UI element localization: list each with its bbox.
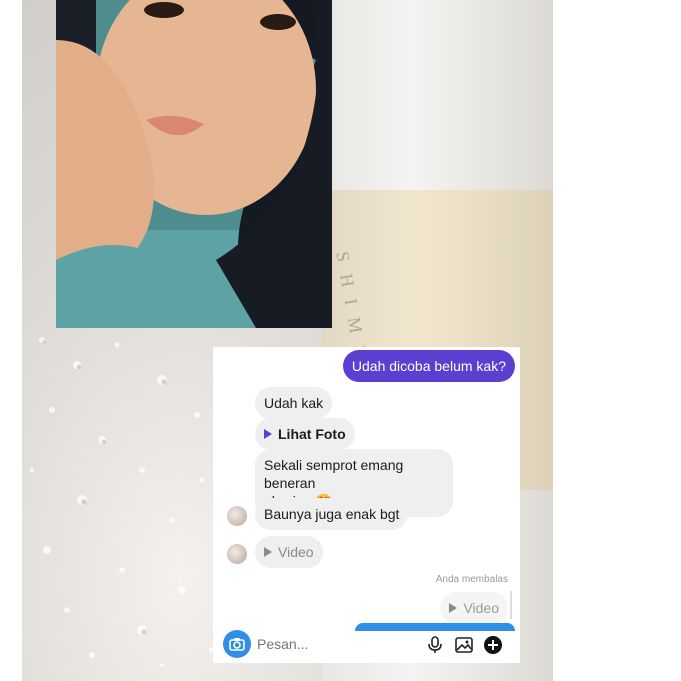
view-photo-label: Lihat Foto <box>278 426 346 442</box>
reply-note: Anda membalas <box>435 574 508 585</box>
camera-icon <box>229 638 245 651</box>
message-composer <box>213 627 520 663</box>
incoming-message: Baunya juga enak bgt <box>255 498 409 530</box>
outgoing-message: Udah dicoba belum kak? <box>342 350 515 382</box>
incoming-message: Udah kak <box>255 387 333 419</box>
play-icon <box>449 603 458 614</box>
view-photo-link[interactable]: Lihat Foto <box>255 418 355 450</box>
replied-video[interactable]: Video <box>440 592 508 624</box>
microphone-icon[interactable] <box>425 635 445 655</box>
play-icon <box>264 429 272 440</box>
message-line: Sekali semprot emang beneran <box>264 457 404 491</box>
video-label: Video <box>463 600 499 616</box>
chat-panel: Udah dicoba belum kak? Udah kak Lihat Fo… <box>213 347 520 663</box>
gallery-icon[interactable] <box>454 635 474 655</box>
incoming-video[interactable]: Video <box>255 536 323 568</box>
add-icon[interactable] <box>483 635 503 655</box>
selfie-photo <box>56 0 332 328</box>
reply-divider <box>510 591 512 619</box>
message-input[interactable] <box>257 636 407 652</box>
video-label: Video <box>278 544 314 560</box>
sender-avatar[interactable] <box>227 544 247 564</box>
camera-button[interactable] <box>223 630 251 658</box>
play-icon <box>264 547 272 558</box>
sender-avatar[interactable] <box>227 506 247 526</box>
